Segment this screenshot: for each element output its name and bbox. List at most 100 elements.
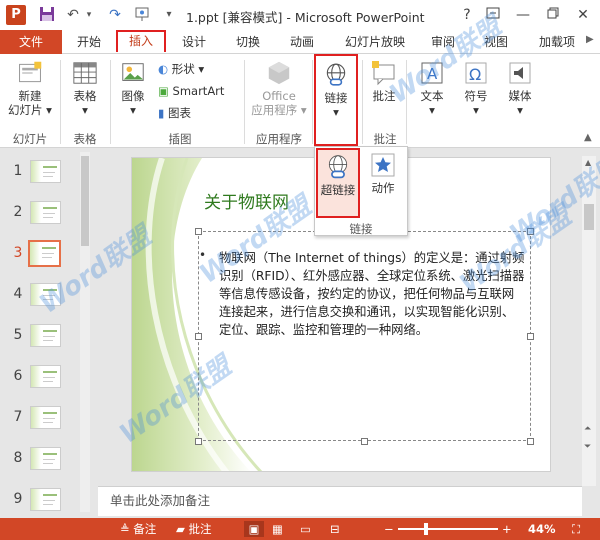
- chart-button[interactable]: ▮ 图表: [158, 104, 238, 122]
- thumbnail-number: 2: [13, 204, 23, 220]
- resize-handle-w[interactable]: [195, 333, 202, 340]
- fit-to-window-icon[interactable]: ⛶: [572, 521, 580, 537]
- slide-thumbnail[interactable]: [30, 283, 61, 306]
- media-button[interactable]: 媒体 ▾: [500, 60, 540, 117]
- divider: [312, 60, 313, 144]
- tab-addins[interactable]: 加载项: [530, 32, 584, 52]
- zoom-slider-handle[interactable]: [424, 523, 428, 535]
- content-placeholder[interactable]: ↻ • 物联网（The Internet of things）的定义是：通过射频…: [195, 218, 534, 445]
- save-icon[interactable]: [38, 6, 56, 24]
- tab-design[interactable]: 设计: [172, 32, 216, 52]
- office-apps-button[interactable]: Office 应用程序 ▾: [248, 60, 310, 117]
- comment-button[interactable]: 批注: [366, 60, 402, 103]
- notes-pane[interactable]: 单击此处添加备注: [98, 486, 582, 516]
- slide-thumbnail[interactable]: [28, 240, 61, 267]
- star-action-icon: [371, 153, 395, 177]
- slide-thumbnail[interactable]: [30, 488, 61, 511]
- slide-thumbnail[interactable]: [30, 201, 61, 224]
- smartart-button[interactable]: ▣ SmartArt: [158, 82, 238, 100]
- slide-thumbnail[interactable]: [30, 324, 61, 347]
- comment-icon: [372, 61, 395, 86]
- customize-toolbar-icon[interactable]: ▾: [160, 6, 178, 24]
- help-button[interactable]: ?: [454, 5, 480, 25]
- speaker-icon: [509, 62, 531, 84]
- resize-handle-s[interactable]: [361, 438, 368, 445]
- slide-scroll-thumb[interactable]: [584, 204, 594, 230]
- tab-insert[interactable]: 插入: [116, 30, 166, 52]
- media-label: 媒体: [508, 89, 532, 103]
- divider: [60, 60, 61, 144]
- link-dropdown-icon: ▾: [333, 105, 339, 119]
- tab-slideshow[interactable]: 幻灯片放映: [336, 32, 414, 52]
- slideshow-view-icon[interactable]: ⊟: [330, 521, 340, 537]
- zoom-in-button[interactable]: +: [502, 521, 512, 537]
- resize-handle-se[interactable]: [527, 438, 534, 445]
- group-label-tables: 表格: [73, 132, 97, 146]
- restore-button[interactable]: [540, 5, 566, 25]
- slide-title[interactable]: 关于物联网: [204, 188, 289, 213]
- divider: [244, 60, 245, 144]
- normal-view-icon[interactable]: ▣: [244, 521, 264, 537]
- divider: [406, 60, 407, 144]
- thumbnails-scroll-thumb[interactable]: [81, 156, 89, 246]
- tab-animations[interactable]: 动画: [280, 32, 324, 52]
- resize-handle-ne[interactable]: [527, 228, 534, 235]
- resize-handle-e[interactable]: [527, 333, 534, 340]
- scroll-up-icon[interactable]: ▲: [585, 158, 591, 167]
- minimize-button[interactable]: —: [510, 5, 536, 25]
- tab-transitions[interactable]: 切换: [226, 32, 270, 52]
- ribbon-display-options-icon[interactable]: [480, 5, 506, 25]
- office-apps-label-1: Office: [262, 89, 296, 103]
- resize-handle-sw[interactable]: [195, 438, 202, 445]
- divider: [362, 60, 363, 144]
- tab-view[interactable]: 视图: [474, 32, 518, 52]
- media-dropdown-icon: ▾: [517, 103, 523, 117]
- chart-label: 图表: [168, 106, 191, 120]
- symbols-button[interactable]: Ω 符号 ▾: [456, 60, 496, 117]
- ribbon-scroll-right-icon[interactable]: ▶: [586, 34, 594, 45]
- hyperlink-button[interactable]: 超链接: [316, 148, 360, 218]
- start-slideshow-icon[interactable]: [134, 6, 152, 24]
- slide-thumbnail[interactable]: [30, 406, 61, 429]
- table-icon: [73, 62, 97, 84]
- slide-scrollbar[interactable]: ▲ ⏶ ⏷: [582, 156, 596, 486]
- action-button[interactable]: 动作: [363, 152, 403, 195]
- link-button[interactable]: 链接 ▾: [314, 54, 358, 146]
- comments-toggle-button[interactable]: ▰ 批注: [176, 521, 212, 537]
- image-button[interactable]: 图像 ▾: [114, 60, 152, 117]
- slide-body-text[interactable]: 物联网（The Internet of things）的定义是：通过射频识别（R…: [219, 249, 525, 339]
- table-button[interactable]: 表格 ▾: [66, 60, 104, 117]
- title-bar: P ↶ ▾ ↷ ▾ 1.ppt [兼容模式] - Microsoft Power…: [0, 0, 600, 30]
- zoom-out-button[interactable]: −: [384, 521, 394, 537]
- tab-home[interactable]: 开始: [68, 32, 110, 52]
- tab-file[interactable]: 文件: [0, 30, 62, 54]
- resize-handle-nw[interactable]: [195, 228, 202, 235]
- slide-thumbnail[interactable]: [30, 447, 61, 470]
- new-slide-button[interactable]: 新建 幻灯片 ▾: [6, 60, 54, 117]
- new-slide-icon: [19, 61, 42, 83]
- slide-thumbnail[interactable]: [30, 365, 61, 388]
- close-button[interactable]: ✕: [570, 5, 596, 25]
- notes-toggle-button[interactable]: ≜ 备注: [120, 521, 156, 537]
- reading-view-icon[interactable]: ▭: [300, 521, 311, 537]
- next-slide-icon[interactable]: ⏷: [584, 442, 591, 452]
- shapes-button[interactable]: ◐ 形状 ▾: [158, 60, 238, 78]
- redo-icon[interactable]: ↷: [106, 6, 124, 24]
- comments-toggle-label: 批注: [188, 522, 212, 536]
- collapse-ribbon-icon[interactable]: ▲: [584, 132, 592, 143]
- divider: [110, 60, 111, 144]
- tab-review[interactable]: 审阅: [422, 32, 464, 52]
- thumbnails-scrollbar[interactable]: [80, 152, 90, 512]
- link-label: 链接: [324, 91, 348, 105]
- undo-dropdown-icon[interactable]: ▾: [80, 6, 98, 24]
- office-apps-icon: [268, 61, 290, 85]
- ribbon-insert: 新建 幻灯片 ▾ 表格 ▾ 图像 ▾ ◐ 形状 ▾ ▣ SmartArt ▮ 图…: [0, 54, 600, 148]
- zoom-slider[interactable]: [398, 528, 498, 530]
- text-button[interactable]: A 文本 ▾: [412, 60, 452, 117]
- zoom-level[interactable]: 44%: [528, 521, 556, 537]
- slide-thumbnail[interactable]: [30, 160, 61, 183]
- slide-sorter-view-icon[interactable]: ▦: [272, 521, 283, 537]
- chart-icon: ▮: [158, 106, 165, 120]
- previous-slide-icon[interactable]: ⏶: [584, 424, 591, 434]
- svg-text:A: A: [427, 65, 438, 83]
